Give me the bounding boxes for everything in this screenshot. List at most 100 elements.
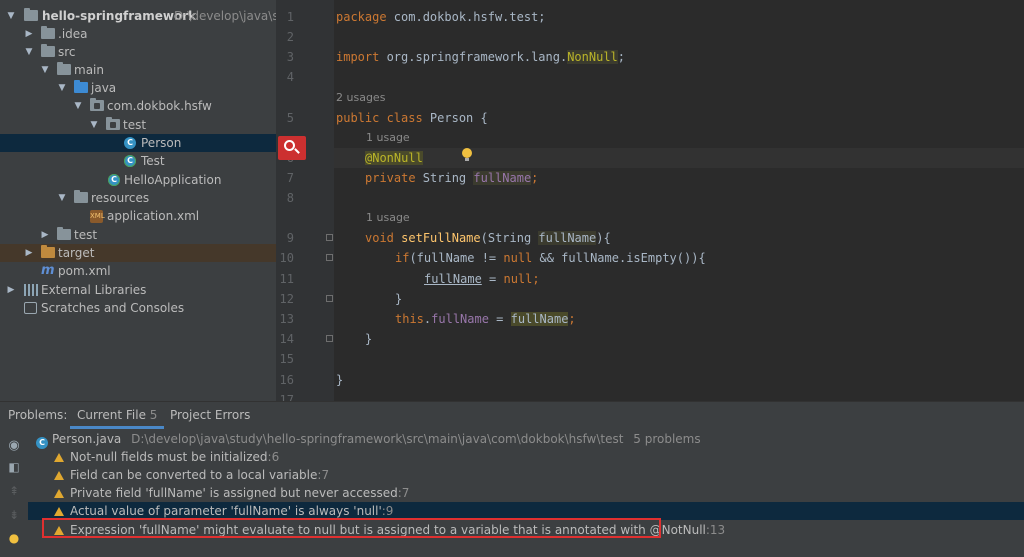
keyword: public class [336,111,423,125]
problem-line: :6 [267,450,280,464]
tree-item-person[interactable]: C Person [0,134,276,152]
problem-text: Not-null fields must be initialized [70,450,268,464]
collapse-all-icon[interactable]: ⇟ [6,507,22,523]
keyword: void [365,231,394,245]
problems-file-row[interactable]: C Person.java D:\develop\java\study\hello… [28,430,1024,449]
library-icon [24,284,38,296]
chevron-right-icon[interactable]: ▶ [6,281,16,299]
fold-marker-icon[interactable] [326,335,333,342]
import-class: NonNull [567,50,618,64]
tree-item-idea[interactable]: ▶ .idea [0,25,276,43]
problem-item[interactable]: Actual value of parameter 'fullName' is … [28,502,1024,520]
preview-icon[interactable]: ◧ [6,459,22,475]
line-number: 16 [279,373,294,387]
code-text: && fullName.isEmpty()){ [532,251,706,265]
line-number: 4 [286,70,294,84]
annotation: @NonNull [365,151,423,165]
usages-hint[interactable]: 1 usage [366,128,410,148]
method-name: setFullName [401,231,481,245]
code-line-14: } [365,332,373,346]
chevron-down-icon[interactable]: ▼ [6,7,16,25]
tree-item-pom[interactable]: m pom.xml [0,262,276,280]
chevron-right-icon[interactable]: ▶ [24,25,34,43]
problem-item[interactable]: Expression 'fullName' might evaluate to … [28,521,1024,539]
tree-item-java[interactable]: ▼ java [0,79,276,97]
tree-item-test-class[interactable]: C Test [0,152,276,170]
folder-icon [41,44,55,58]
problems-toolbar: ◉ ◧ ⇞ ⇟ ● [0,429,28,557]
usages-hint[interactable]: 2 usages [336,88,385,108]
chevron-down-icon[interactable]: ▼ [89,116,99,134]
tree-item-src[interactable]: ▼ src [0,43,276,61]
chevron-down-icon[interactable]: ▼ [57,79,67,97]
lightbulb-icon[interactable] [462,148,472,161]
tree-item-label: pom.xml [58,264,111,278]
fold-marker-icon[interactable] [326,254,333,261]
tree-item-main[interactable]: ▼ main [0,61,276,79]
keyword: if [395,251,410,265]
chevron-right-icon[interactable]: ▶ [40,226,50,244]
tree-item-label: .idea [58,27,88,41]
tree-item-target[interactable]: ▶ target [0,244,276,262]
code-text: ){ [596,231,611,245]
line-number: 15 [279,352,294,366]
inspection-search-icon[interactable] [278,136,306,160]
code-line-12: } [395,292,403,306]
code-editor[interactable]: package com.dokbok.hsfw.test; import org… [334,0,1024,401]
problems-panel: Problems: Current File 5 Project Errors … [0,401,1024,557]
problem-text: Field can be converted to a local variab… [70,468,318,482]
package-icon [106,117,120,131]
usages-hint[interactable]: 1 usage [366,208,410,228]
line-number: 11 [279,272,294,286]
keyword: null [503,251,533,265]
tree-item-scratches[interactable]: Scratches and Consoles [0,299,276,317]
maven-icon: m [41,263,55,278]
problem-item[interactable]: Not-null fields must be initialized:6 [28,448,1024,466]
code-line-3: import org.springframework.lang.NonNull; [334,47,1024,67]
parameter-name: fullName [424,272,482,286]
chevron-down-icon[interactable]: ▼ [40,61,50,79]
tree-item-resources[interactable]: ▼ resources [0,189,276,207]
line-number: 8 [286,191,294,205]
java-class-icon: C [124,155,138,167]
tab-current-file[interactable]: Current File 5 [70,402,165,429]
problem-item[interactable]: Field can be converted to a local variab… [28,466,1024,484]
line-number: 13 [279,312,294,326]
keyword: package [336,10,387,24]
code-text: = [481,272,504,286]
tree-item-application-xml[interactable]: XML application.xml [0,207,276,225]
expand-all-icon[interactable]: ⇞ [6,483,22,499]
fold-marker-icon[interactable] [326,234,333,241]
eye-icon[interactable]: ◉ [6,438,22,454]
scratches-icon [24,302,38,314]
fold-marker-icon[interactable] [326,295,333,302]
tree-item-test-package[interactable]: ▼ test [0,116,276,134]
code-line-11: fullName = null; [334,269,1024,289]
line-number: 10 [279,251,294,265]
code-line-10: if(fullName != null && fullName.isEmpty(… [334,248,1024,268]
tab-count: 5 [149,408,158,422]
chevron-down-icon[interactable]: ▼ [73,97,83,115]
folder-icon [57,227,71,241]
tree-item-label: main [74,63,104,77]
tree-item-label: resources [91,191,150,205]
tree-item-test-folder[interactable]: ▶ test [0,226,276,244]
parameter-name: fullName [510,312,569,326]
tree-item-root[interactable]: ▼ hello-springframework D:\develop\java\… [0,7,276,25]
problem-line: :13 [705,523,726,537]
code-line-1: package com.dokbok.hsfw.test; [334,7,1024,27]
java-class-icon: C [124,137,138,149]
tree-item-label: Scratches and Consoles [41,301,185,315]
lightbulb-icon[interactable]: ● [6,530,22,546]
chevron-right-icon[interactable]: ▶ [24,244,34,262]
tree-item-hello-application[interactable]: C HelloApplication [0,171,276,189]
tree-item-package[interactable]: ▼ com.dokbok.hsfw [0,97,276,115]
tree-item-label: External Libraries [41,283,147,297]
problem-item[interactable]: Private field 'fullName' is assigned but… [28,484,1024,502]
tree-item-external-libraries[interactable]: ▶ External Libraries [0,281,276,299]
tab-project-errors[interactable]: Project Errors [170,402,250,429]
tree-item-label: Test [141,154,165,168]
problem-line: :7 [317,468,330,482]
chevron-down-icon[interactable]: ▼ [24,43,34,61]
chevron-down-icon[interactable]: ▼ [57,189,67,207]
